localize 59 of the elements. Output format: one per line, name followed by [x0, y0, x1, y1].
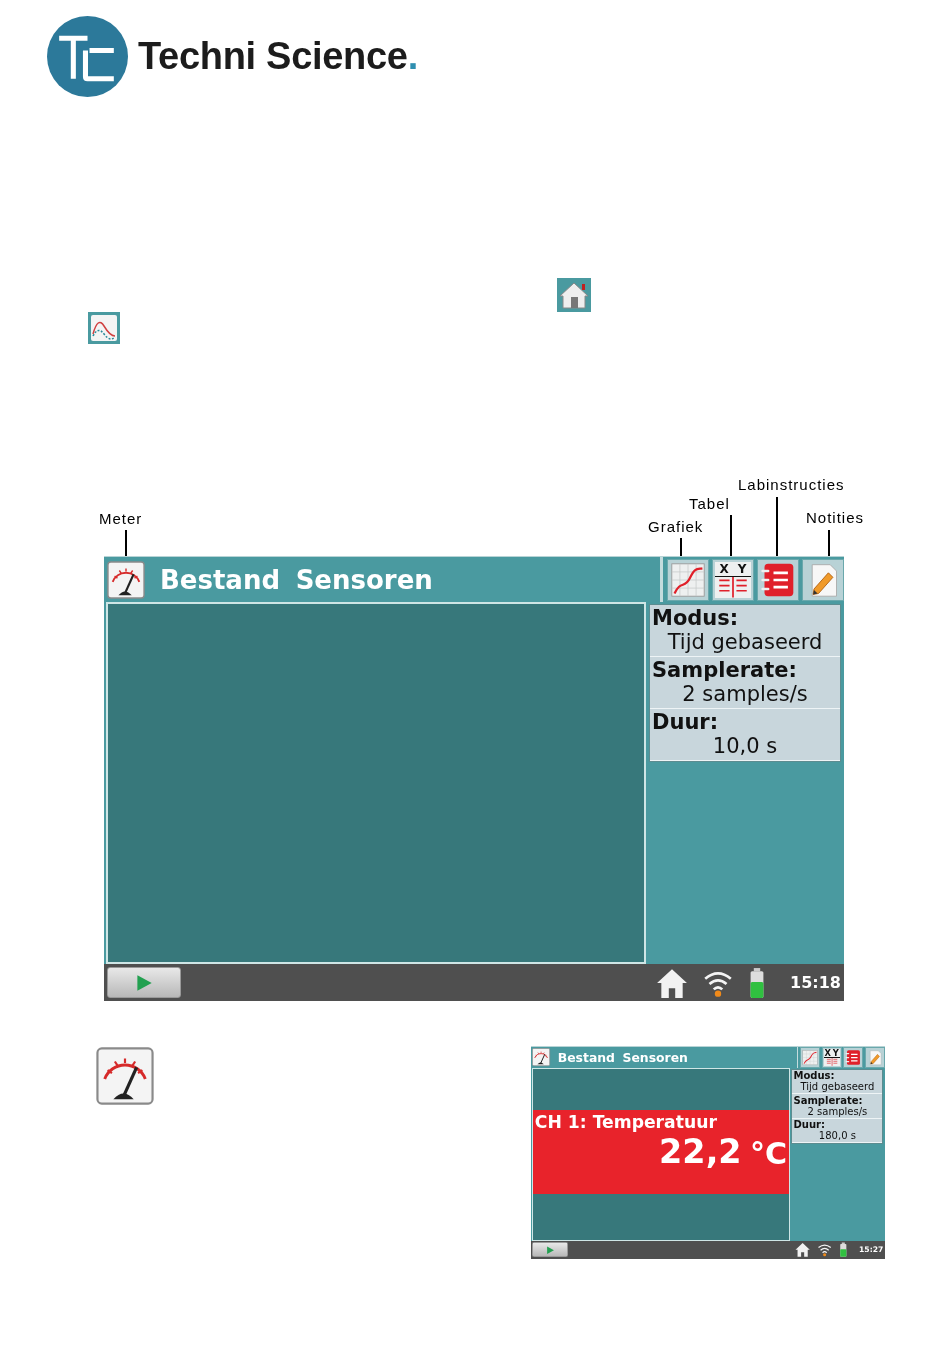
setting-label: Samplerate: [793, 1094, 864, 1106]
line-graph-icon [802, 1048, 819, 1067]
setting-label: Duur: [652, 710, 720, 734]
menu-item[interactable]: Sensoren [295, 564, 433, 595]
brand-name: Techni Science. [138, 34, 418, 78]
table-button[interactable]: X Y [712, 558, 754, 601]
callout-label: Meter [99, 510, 143, 527]
notes-button[interactable] [864, 1047, 885, 1068]
play-icon [544, 1244, 556, 1256]
gauge-icon[interactable] [96, 1047, 154, 1105]
notebook-icon [845, 1048, 862, 1067]
setting-value: 2 samples/s [807, 1105, 869, 1117]
column-letter: Y [832, 1048, 839, 1058]
channel-name: CH 1: Temperatuur [534, 1112, 718, 1132]
setting-value: 10,0 s [711, 734, 779, 758]
notebook-icon [760, 561, 796, 598]
column-letter: Y [737, 561, 747, 576]
leader-line [828, 530, 830, 556]
play-button[interactable] [107, 967, 181, 998]
column-letter: X [824, 1048, 831, 1058]
home-icon[interactable] [795, 1242, 811, 1258]
clock-text: 15:18 [790, 973, 841, 992]
table-button[interactable]: X Y [821, 1047, 842, 1068]
graph-button[interactable] [800, 1047, 821, 1068]
callout-label: Tabel [689, 495, 730, 512]
setting-label: Modus: [652, 606, 740, 630]
callout-label: Notities [806, 509, 865, 526]
wifi-icon [817, 1242, 833, 1258]
menu-item[interactable]: Bestand [557, 1050, 615, 1065]
setting-label: Samplerate: [652, 658, 798, 682]
gauge-icon[interactable] [532, 1048, 551, 1067]
column-letter: X [719, 561, 729, 576]
setting-value: Tijd gebaseerd [666, 630, 824, 654]
leader-line [680, 538, 682, 556]
menu-item[interactable]: Sensoren [622, 1050, 688, 1065]
notes-button[interactable] [802, 558, 844, 601]
play-button[interactable] [532, 1242, 568, 1258]
callout-label: Grafiek [648, 518, 704, 535]
setting-label: Duur: [793, 1119, 826, 1131]
graph-icon [88, 312, 120, 344]
battery-icon [839, 1242, 848, 1258]
graph-button[interactable] [667, 558, 709, 601]
setting-label: Modus: [793, 1070, 836, 1082]
menu-item[interactable]: Bestand [160, 564, 281, 595]
setting-value: 180,0 s [817, 1130, 857, 1142]
gauge-icon[interactable] [107, 560, 145, 599]
setting-value: Tijd gebaseerd [799, 1081, 876, 1093]
instructions-button[interactable] [843, 1047, 864, 1068]
leader-line [730, 515, 732, 556]
line-graph-icon [670, 561, 706, 598]
home-icon [557, 278, 591, 312]
channel-reading: 22,2 [659, 1132, 742, 1171]
logo-icon [47, 15, 128, 97]
unit-text: °C [750, 1136, 788, 1171]
leader-line [125, 530, 127, 556]
callout-label: Labinstructies [738, 476, 845, 493]
setting-value: 2 samples/s [681, 682, 809, 706]
leader-line [776, 497, 778, 556]
instructions-button[interactable] [757, 558, 799, 601]
